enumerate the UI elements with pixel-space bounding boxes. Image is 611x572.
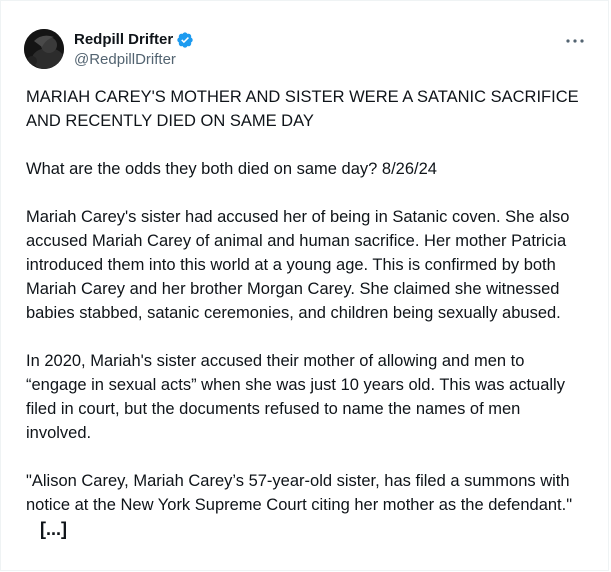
post-paragraph-claims: Mariah Carey's sister had accused her of… xyxy=(26,208,574,322)
author-handle[interactable]: @RedpillDrifter xyxy=(74,50,194,70)
post-paragraph-question: What are the odds they both died on same… xyxy=(26,160,437,178)
truncation-marker: [...] xyxy=(40,519,67,539)
post-paragraph-2020: In 2020, Mariah's sister accused their m… xyxy=(26,352,570,442)
avatar[interactable] xyxy=(24,29,64,69)
verified-badge-icon xyxy=(176,31,194,49)
post-paragraph-headline: MARIAH CAREY'S MOTHER AND SISTER WERE A … xyxy=(26,88,583,130)
post-header: Redpill Drifter @RedpillDrifter xyxy=(24,29,590,71)
display-name[interactable]: Redpill Drifter xyxy=(74,30,173,50)
post-text: MARIAH CAREY'S MOTHER AND SISTER WERE A … xyxy=(26,85,588,542)
author-info: Redpill Drifter @RedpillDrifter xyxy=(74,30,194,70)
display-name-row: Redpill Drifter xyxy=(74,30,194,50)
post-card: Redpill Drifter @RedpillDrifter MARIAH C… xyxy=(0,0,609,571)
post-paragraph-quote: "Alison Carey, Mariah Carey’s 57-year-ol… xyxy=(26,469,588,542)
more-horizontal-icon[interactable] xyxy=(564,31,586,51)
quote-text: "Alison Carey, Mariah Carey’s 57-year-ol… xyxy=(26,472,575,514)
